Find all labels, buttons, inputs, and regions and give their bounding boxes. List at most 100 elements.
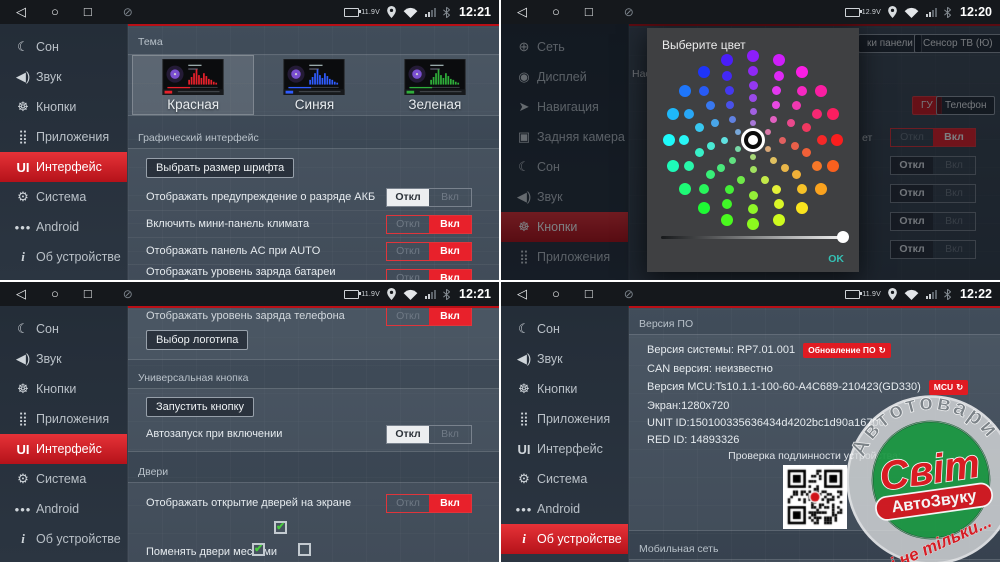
- color-dot[interactable]: [684, 161, 694, 171]
- toggle-off[interactable]: Откл: [387, 426, 429, 443]
- color-dot[interactable]: [695, 123, 704, 132]
- sidebar-item-gears[interactable]: ⚙Система: [0, 182, 127, 212]
- color-dot[interactable]: [721, 137, 728, 144]
- back-button[interactable]: ◁: [517, 0, 527, 24]
- color-dot[interactable]: [698, 202, 710, 214]
- color-dot[interactable]: [748, 66, 758, 76]
- recents-button[interactable]: □: [84, 282, 92, 306]
- sidebar-item-dots[interactable]: •••Android: [0, 212, 127, 242]
- ok-button[interactable]: OK: [828, 253, 844, 265]
- color-dot[interactable]: [722, 71, 732, 81]
- color-dot[interactable]: [721, 214, 733, 226]
- color-dot[interactable]: [725, 86, 734, 95]
- color-dot[interactable]: [667, 160, 679, 172]
- color-dot[interactable]: [717, 164, 725, 172]
- theme-card-Синяя[interactable]: Синяя: [254, 55, 374, 115]
- color-dot[interactable]: [722, 199, 732, 209]
- toggle-on[interactable]: Вкл: [429, 270, 471, 281]
- toggle-off[interactable]: Откл: [387, 308, 429, 325]
- back-button[interactable]: ◁: [16, 282, 26, 306]
- color-dot[interactable]: [779, 137, 786, 144]
- toggle[interactable]: ОтклВкл: [386, 307, 472, 326]
- toggle-off[interactable]: Откл: [387, 216, 429, 233]
- color-dot[interactable]: [679, 183, 691, 195]
- color-dot[interactable]: [725, 185, 734, 194]
- sidebar-item-apps[interactable]: ⣿Приложения: [0, 122, 127, 152]
- color-dot[interactable]: [749, 81, 758, 90]
- color-dot[interactable]: [772, 86, 781, 95]
- color-dot[interactable]: [773, 214, 785, 226]
- color-dot[interactable]: [770, 157, 777, 164]
- color-dot[interactable]: [831, 134, 843, 146]
- color-dot[interactable]: [796, 202, 808, 214]
- sidebar-item-apps[interactable]: ⣿Приложения: [0, 404, 127, 434]
- color-dot[interactable]: [774, 71, 784, 81]
- toggle-on[interactable]: Вкл: [429, 216, 471, 233]
- sidebar-item-info[interactable]: iОб устройстве: [501, 524, 628, 554]
- color-dot[interactable]: [721, 54, 733, 66]
- sidebar-item-speaker[interactable]: ◀)Звук: [0, 62, 127, 92]
- color-dot[interactable]: [761, 176, 769, 184]
- badge-button[interactable]: MCU ↻: [929, 380, 968, 395]
- color-dot[interactable]: [679, 85, 691, 97]
- color-dot[interactable]: [792, 170, 801, 179]
- color-dot[interactable]: [667, 108, 679, 120]
- sidebar-item-wheel[interactable]: ☸Кнопки: [501, 374, 628, 404]
- color-dot[interactable]: [812, 161, 822, 171]
- sidebar-item-ui[interactable]: UIИнтерфейс: [0, 152, 127, 182]
- color-dot[interactable]: [749, 191, 758, 200]
- color-dot[interactable]: [737, 176, 745, 184]
- sidebar-item-info[interactable]: iОб устройстве: [0, 242, 127, 272]
- color-dot[interactable]: [797, 184, 807, 194]
- toggle-on[interactable]: Вкл: [429, 189, 471, 206]
- color-dot[interactable]: [827, 108, 839, 120]
- color-dot[interactable]: [750, 108, 757, 115]
- door-checkbox-top[interactable]: [274, 521, 287, 534]
- sidebar-item-moon[interactable]: ☾Сон: [0, 32, 127, 62]
- color-dot[interactable]: [711, 119, 719, 127]
- theme-card-Красная[interactable]: Красная: [132, 55, 254, 115]
- sidebar-item-dots[interactable]: •••Android: [0, 494, 127, 524]
- color-dot[interactable]: [698, 66, 710, 78]
- recents-button[interactable]: □: [84, 0, 92, 24]
- color-dot[interactable]: [774, 199, 784, 209]
- toggle-off[interactable]: Откл: [387, 189, 429, 206]
- color-dot[interactable]: [765, 129, 771, 135]
- color-dot[interactable]: [729, 116, 736, 123]
- color-dot[interactable]: [706, 101, 715, 110]
- color-dot[interactable]: [772, 101, 780, 109]
- toggle-on[interactable]: Вкл: [429, 308, 471, 325]
- color-dot[interactable]: [815, 183, 827, 195]
- toggle-on[interactable]: Вкл: [429, 495, 471, 512]
- toggle-on[interactable]: Вкл: [429, 243, 471, 260]
- sidebar-item-gears[interactable]: ⚙Система: [0, 464, 127, 494]
- toggle-off[interactable]: Откл: [387, 270, 429, 281]
- color-dot[interactable]: [781, 164, 789, 172]
- toggle[interactable]: ОтклВкл: [386, 215, 472, 234]
- back-button[interactable]: ◁: [517, 282, 527, 306]
- color-dot[interactable]: [699, 184, 709, 194]
- brightness-slider[interactable]: [661, 236, 845, 239]
- toggle[interactable]: ОтклВкл: [386, 242, 472, 261]
- sidebar-item-info[interactable]: iОб устройстве: [0, 524, 127, 554]
- color-dot[interactable]: [792, 101, 801, 110]
- home-button[interactable]: ○: [552, 282, 560, 306]
- color-dot[interactable]: [787, 119, 795, 127]
- color-dot[interactable]: [699, 86, 709, 96]
- door-checkbox-right[interactable]: [298, 543, 311, 556]
- home-button[interactable]: ○: [51, 0, 59, 24]
- choose-logo-button[interactable]: Выбор логотипа: [146, 330, 248, 350]
- sidebar-item-moon[interactable]: ☾Сон: [501, 314, 628, 344]
- sidebar-item-apps[interactable]: ⣿Приложения: [501, 404, 628, 434]
- color-dot[interactable]: [817, 135, 827, 145]
- color-dot[interactable]: [748, 204, 758, 214]
- color-dot[interactable]: [765, 146, 771, 152]
- sidebar-item-speaker[interactable]: ◀)Звук: [501, 344, 628, 374]
- color-dot[interactable]: [773, 54, 785, 66]
- sidebar-item-ui[interactable]: UIИнтерфейс: [501, 434, 628, 464]
- slider-thumb[interactable]: [837, 231, 849, 243]
- color-dot[interactable]: [772, 185, 781, 194]
- sidebar-item-moon[interactable]: ☾Сон: [0, 314, 127, 344]
- color-dot[interactable]: [750, 166, 757, 173]
- recents-button[interactable]: □: [585, 282, 593, 306]
